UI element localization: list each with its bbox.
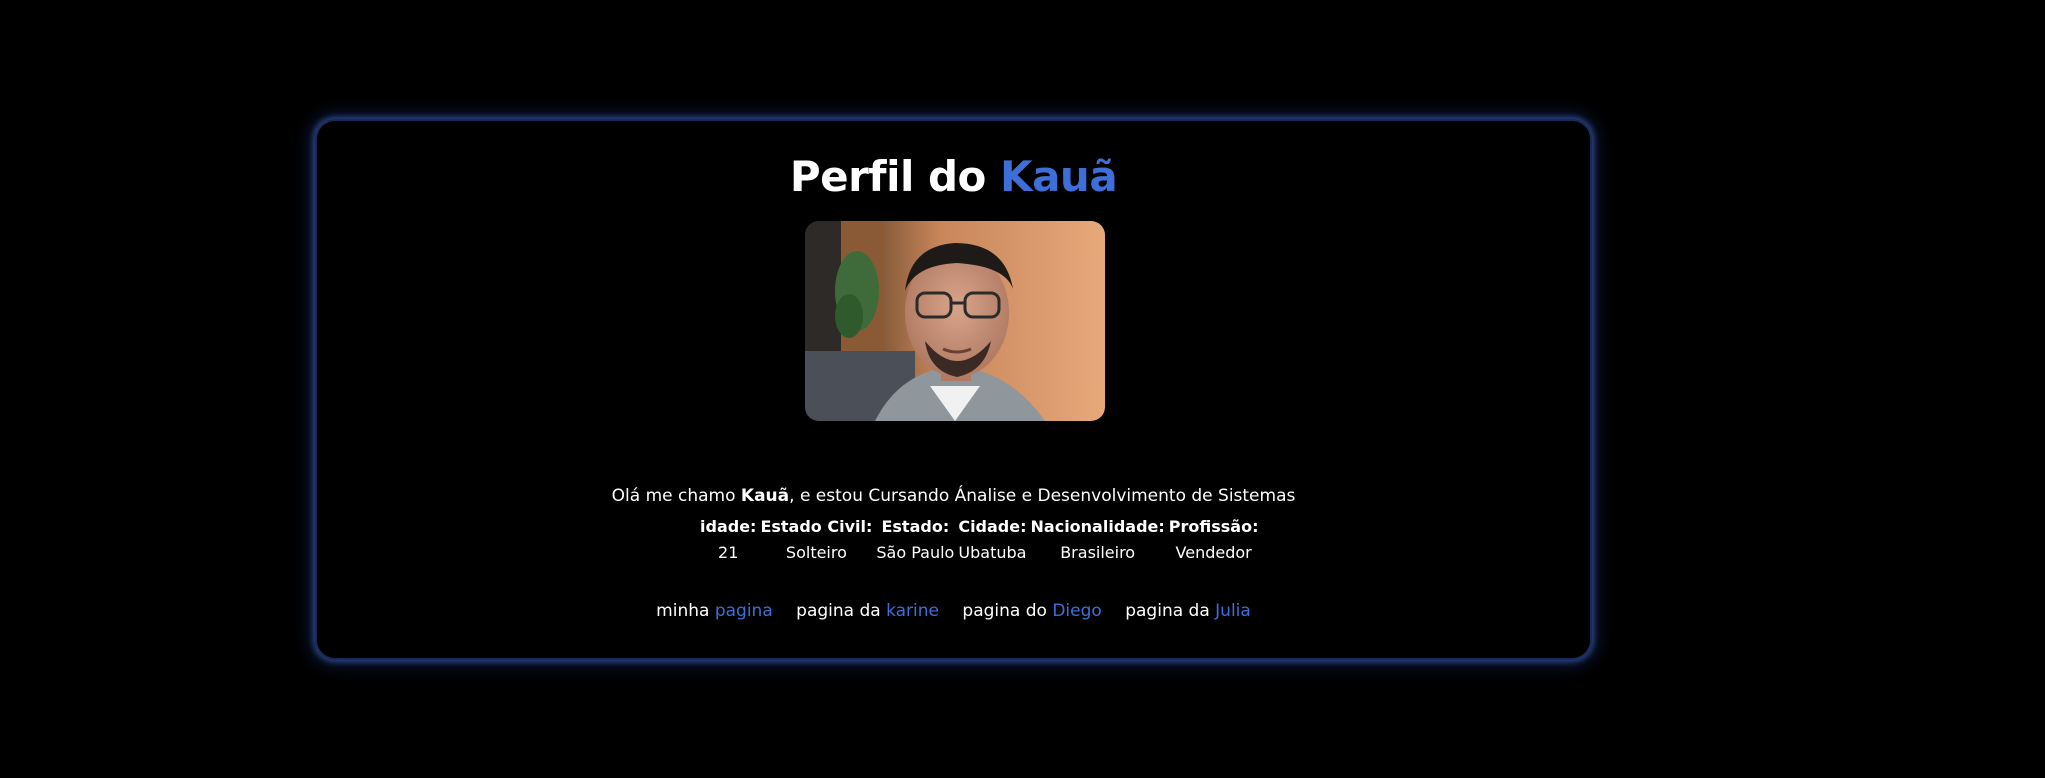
profile-photo-image [805, 221, 1105, 421]
link-prefix: minha [656, 601, 710, 621]
value-estado: São Paulo [876, 543, 955, 562]
value-cidade: Ubatuba [958, 543, 1027, 562]
header-nacionalidade: Nacionalidade: [1030, 517, 1165, 536]
value-profissao: Vendedor [1175, 543, 1252, 562]
link-prefix: pagina da [796, 601, 881, 621]
header-estado: Estado: [881, 517, 950, 536]
link-item-minha-pagina: minha pagina [656, 599, 773, 623]
value-estado-civil: Solteiro [785, 543, 847, 562]
header-profissao: Profissão: [1168, 517, 1259, 536]
header-cidade: Cidade: [958, 517, 1027, 536]
value-idade: 21 [718, 543, 739, 562]
intro-text: Olá me chamo Kauã, e estou Cursando Ánal… [317, 485, 1590, 507]
link-julia[interactable]: Julia [1215, 601, 1251, 621]
page-title: Perfil do Kauã [317, 151, 1590, 203]
link-minha-pagina[interactable]: pagina [715, 601, 773, 621]
link-diego[interactable]: Diego [1052, 601, 1101, 621]
link-prefix: pagina da [1125, 601, 1210, 621]
profile-photo [805, 221, 1105, 421]
info-value-row: 21 Solteiro São Paulo Ubatuba Brasileiro… [698, 540, 1260, 566]
header-estado-civil: Estado Civil: [760, 517, 873, 536]
link-item-julia: pagina da Julia [1125, 599, 1251, 623]
link-item-karine: pagina da karine [796, 599, 939, 623]
info-header-row: idade: Estado Civil: Estado: Cidade: Nac… [698, 514, 1260, 540]
profile-card: Perfil do Kauã Olá me chamo Kauã, e esto… [315, 119, 1592, 660]
link-item-diego: pagina do Diego [962, 599, 1101, 623]
info-table: idade: Estado Civil: Estado: Cidade: Nac… [698, 514, 1260, 566]
title-name: Kauã [1000, 152, 1118, 201]
page-links: minha pagina pagina da karine pagina do … [317, 599, 1590, 623]
header-idade: idade: [700, 517, 757, 536]
title-prefix: Perfil do [789, 152, 987, 201]
intro-name: Kauã [740, 486, 790, 506]
value-nacionalidade: Brasileiro [1060, 543, 1136, 562]
intro-after: , e estou Cursando Ánalise e Desenvolvim… [789, 486, 1296, 506]
link-karine[interactable]: karine [886, 601, 939, 621]
link-prefix: pagina do [962, 601, 1047, 621]
intro-before: Olá me chamo [611, 486, 741, 506]
